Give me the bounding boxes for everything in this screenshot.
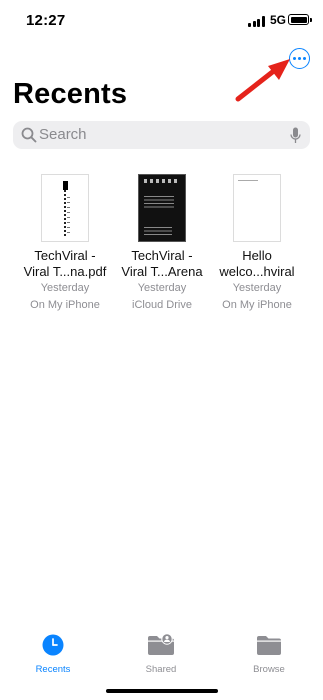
tab-label: Browse — [253, 664, 285, 675]
status-bar: 12:27 5G — [0, 0, 323, 44]
microphone-icon[interactable] — [290, 127, 301, 144]
file-date: Yesterday — [232, 282, 282, 294]
clock-icon — [42, 634, 64, 656]
search-icon — [21, 127, 37, 143]
search-placeholder: Search — [39, 126, 87, 143]
search-input[interactable]: Search — [13, 121, 310, 149]
file-thumbnail[interactable] — [138, 174, 186, 242]
file-location: On My iPhone — [30, 299, 100, 311]
file-thumbnail[interactable] — [41, 174, 89, 242]
folder-icon — [257, 636, 281, 655]
more-dot-icon — [303, 57, 306, 60]
file-date: Yesterday — [137, 282, 187, 294]
network-type: 5G — [270, 13, 287, 27]
file-name: TechViral - Viral T...Arena — [121, 248, 203, 279]
file-item[interactable]: Hello welco...hviral Yesterday On My iPho… — [208, 174, 306, 314]
tab-shared[interactable]: Shared — [126, 633, 196, 675]
more-dot-icon — [298, 57, 301, 60]
status-time: 12:27 — [26, 12, 66, 29]
file-name: Hello welco...hviral — [219, 248, 295, 279]
cellular-signal-icon — [248, 16, 266, 27]
tab-label: Shared — [145, 664, 177, 675]
file-thumbnail[interactable] — [233, 174, 281, 242]
home-indicator[interactable] — [106, 689, 218, 693]
page-title: Recents — [13, 78, 128, 110]
file-date: Yesterday — [40, 282, 90, 294]
file-location: On My iPhone — [222, 299, 292, 311]
file-location: iCloud Drive — [132, 299, 192, 311]
tab-recents[interactable]: Recents — [18, 634, 88, 675]
tab-label: Recents — [35, 664, 71, 675]
annotation-arrow-icon — [235, 59, 290, 102]
tab-browse[interactable]: Browse — [234, 634, 304, 675]
more-dot-icon — [293, 57, 296, 60]
battery-icon — [288, 14, 312, 25]
file-item[interactable]: TechViral - Viral T...Arena Yesterday iCl… — [113, 174, 211, 314]
file-item[interactable]: TechViral - Viral T...na.pdf Yesterday On… — [16, 174, 114, 314]
shared-folder-icon — [148, 633, 174, 655]
file-name: TechViral - Viral T...na.pdf — [23, 248, 107, 279]
